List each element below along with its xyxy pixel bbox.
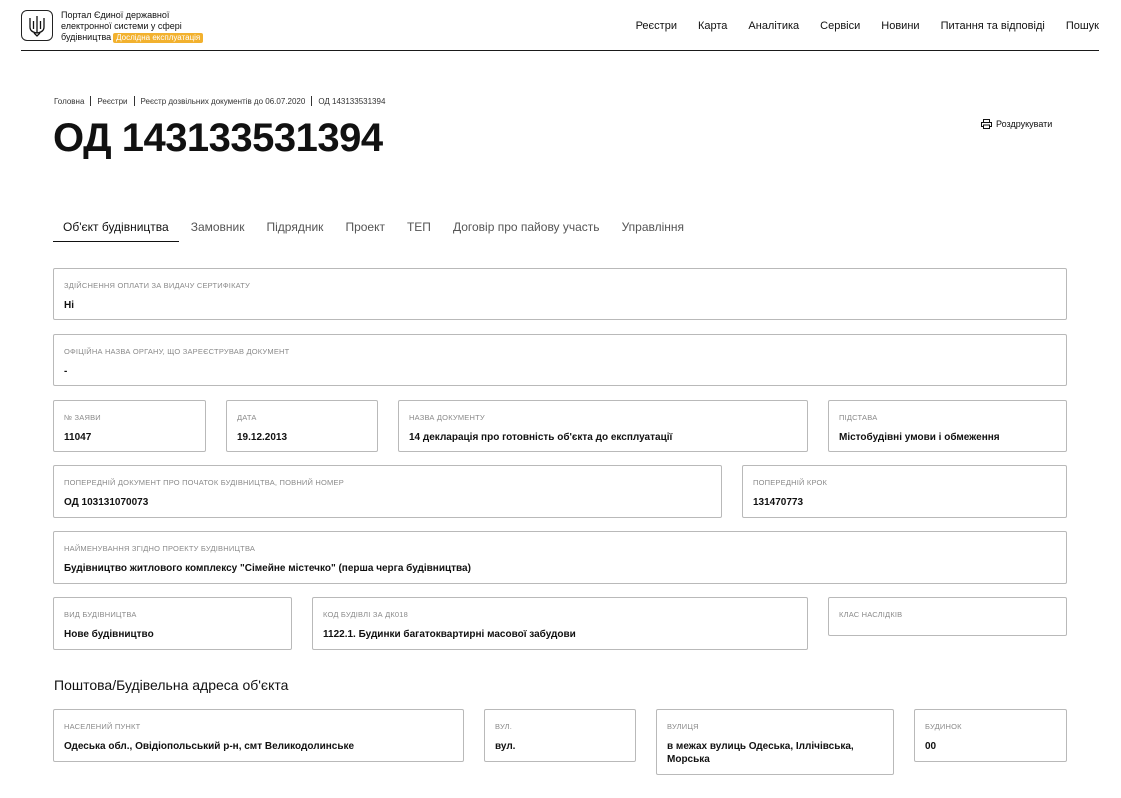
date-field: Дата 19.12.2013 — [226, 400, 378, 452]
address-section-title: Поштова/Будівельна адреса об'єкта — [54, 677, 289, 693]
nav-faq[interactable]: Питання та відповіді — [941, 20, 1045, 32]
field-label: Здійснення оплати за видачу сертифікату — [64, 281, 250, 290]
field-value: Ні — [64, 300, 74, 311]
payment-field: Здійснення оплати за видачу сертифікату … — [53, 268, 1067, 320]
breadcrumb: Головна Реєстри Реєстр дозвільних докуме… — [54, 96, 385, 106]
printer-icon — [981, 119, 992, 129]
street-type-field: Вул. вул. — [484, 709, 636, 762]
building-code-field: Код будівлі за ДК018 1122.1. Будинки баг… — [312, 597, 808, 650]
field-value: - — [64, 366, 68, 377]
breadcrumb-separator — [90, 96, 92, 106]
previous-step-field: Попередній крок 131470773 — [742, 465, 1067, 518]
field-label: Дата — [237, 413, 257, 422]
page-title: ОД 143133531394 — [53, 116, 383, 160]
tab-management[interactable]: Управління — [612, 212, 694, 242]
construction-type-field: Вид будівництва Нове будівництво — [53, 597, 292, 650]
field-label: № заяви — [64, 413, 101, 422]
field-label: Клас наслідків — [839, 610, 903, 619]
field-label: Населений пункт — [64, 722, 141, 731]
nav-analytics[interactable]: Аналітика — [748, 20, 799, 32]
trident-logo-icon[interactable] — [21, 10, 53, 41]
field-label: Назва документу — [409, 413, 485, 422]
nav-services[interactable]: Сервіси — [820, 20, 860, 32]
field-value: в межах вулиць Одеська, Іллічівська, Мор… — [667, 741, 854, 765]
field-value: 14 декларація про готовність об'єкта до … — [409, 432, 673, 443]
field-label: Будинок — [925, 722, 962, 731]
field-label: Вулиця — [667, 722, 699, 731]
portal-name-line1: Портал Єдиної державної — [61, 10, 170, 20]
tab-project[interactable]: Проект — [335, 212, 395, 242]
breadcrumb-home[interactable]: Головна — [54, 97, 84, 106]
field-label: Попередній документ про початок будівниц… — [64, 478, 344, 487]
field-value: Містобудівні умови і обмеження — [839, 432, 1000, 443]
application-number-field: № заяви 11047 — [53, 400, 206, 452]
site-header: Портал Єдиної державної електронної сист… — [21, 0, 1099, 51]
tab-bar: Об'єкт будівництва Замовник Підрядник Пр… — [53, 212, 696, 242]
nav-news[interactable]: Новини — [881, 20, 919, 32]
field-label: Попередній крок — [753, 478, 828, 487]
field-value: Будівництво житлового комплексу "Сімейне… — [64, 563, 471, 574]
consequence-class-field: Клас наслідків — [828, 597, 1067, 636]
main-nav: Реєстри Карта Аналітика Сервіси Новини П… — [636, 20, 1099, 32]
previous-document-field: Попередній документ про початок будівниц… — [53, 465, 722, 518]
tab-contractor[interactable]: Підрядник — [257, 212, 334, 242]
field-label: Офіційна назва органу, що зареєстрував д… — [64, 347, 290, 356]
basis-field: Підстава Містобудівні умови і обмеження — [828, 400, 1067, 452]
field-value: 00 — [925, 741, 937, 752]
settlement-field: Населений пункт Одеська обл., Овідіополь… — [53, 709, 464, 762]
portal-name-line3: будівництва — [61, 32, 112, 42]
nav-search[interactable]: Пошук — [1066, 20, 1099, 32]
print-button[interactable]: Роздрукувати — [981, 119, 1052, 129]
tab-equity-agreement[interactable]: Договір про пайову участь — [443, 212, 610, 242]
nav-registries[interactable]: Реєстри — [636, 20, 677, 32]
nav-map[interactable]: Карта — [698, 20, 727, 32]
breadcrumb-separator — [311, 96, 313, 106]
breadcrumb-current: ОД 143133531394 — [318, 96, 386, 106]
field-label: Вид будівництва — [64, 610, 137, 619]
field-value: 19.12.2013 — [237, 432, 288, 443]
authority-field: Офіційна назва органу, що зареєстрував д… — [53, 334, 1067, 386]
field-label: Вул. — [495, 722, 513, 731]
tab-tep[interactable]: ТЕП — [397, 212, 441, 242]
document-name-field: Назва документу 14 декларація про готовн… — [398, 400, 808, 452]
house-field: Будинок 00 — [914, 709, 1067, 762]
portal-name[interactable]: Портал Єдиної державної електронної сист… — [61, 10, 221, 43]
field-label: Код будівлі за ДК018 — [323, 610, 409, 619]
beta-badge: Дослідна експлуатація — [113, 33, 204, 43]
field-value: Одеська обл., Овідіопольський р-н, смт В… — [64, 741, 355, 752]
field-value: ОД 103131070073 — [64, 497, 149, 508]
breadcrumb-registries[interactable]: Реєстри — [97, 97, 127, 106]
field-label: Підстава — [839, 413, 878, 422]
field-label: Найменування згідно проекту будівництва — [64, 544, 256, 553]
street-field: Вулиця в межах вулиць Одеська, Іллічівсь… — [656, 709, 894, 775]
field-value: вул. — [495, 741, 516, 752]
tab-construction-object[interactable]: Об'єкт будівництва — [53, 212, 179, 242]
project-name-field: Найменування згідно проекту будівництва … — [53, 531, 1067, 584]
field-value: 11047 — [64, 432, 92, 443]
breadcrumb-registry[interactable]: Реєстр дозвільних документів до 06.07.20… — [141, 97, 306, 106]
field-value: 1122.1. Будинки багатоквартирні масової … — [323, 629, 576, 640]
portal-name-line2: електронної системи у сфері — [61, 21, 182, 31]
print-label: Роздрукувати — [996, 119, 1053, 129]
tab-customer[interactable]: Замовник — [181, 212, 255, 242]
field-value: Нове будівництво — [64, 629, 154, 640]
breadcrumb-separator — [133, 96, 135, 106]
field-value: 131470773 — [753, 497, 804, 508]
